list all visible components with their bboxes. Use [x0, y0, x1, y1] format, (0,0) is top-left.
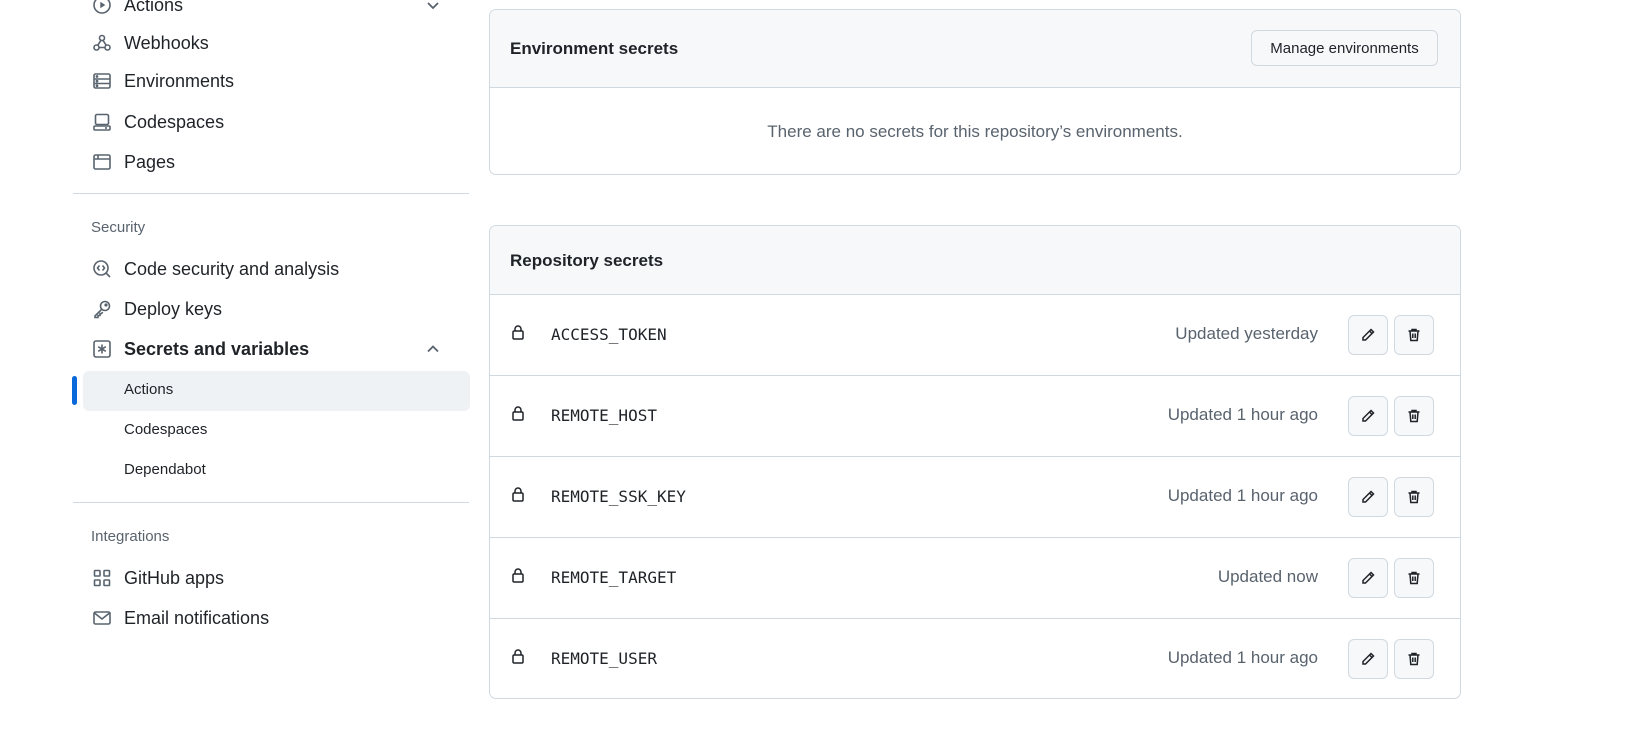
sidebar-item-secrets-and-variables[interactable]: Secrets and variables: [73, 330, 469, 368]
secret-updated: Updated 1 hour ago: [1167, 648, 1318, 667]
secret-updated: Updated now: [1217, 567, 1318, 586]
active-indicator: [72, 376, 77, 405]
pencil-icon: [1360, 651, 1376, 667]
sidebar-item-webhooks[interactable]: Webhooks: [73, 24, 469, 62]
empty-state-message: There are no secrets for this repository…: [767, 122, 1183, 141]
sidebar-subitem-label: Actions: [124, 381, 174, 398]
trash-icon: [1406, 651, 1422, 667]
sidebar-item-github-apps[interactable]: GitHub apps: [73, 559, 469, 597]
edit-secret-button[interactable]: [1348, 477, 1388, 517]
sidebar-item-label: Actions: [124, 0, 184, 15]
sidebar-item-actions[interactable]: Actions: [73, 0, 469, 24]
codescan-icon: [92, 259, 112, 279]
panel-title: Repository secrets: [510, 251, 664, 270]
sidebar-item-label: Deploy keys: [124, 298, 223, 319]
sidebar-item-code-security[interactable]: Code security and analysis: [73, 250, 469, 288]
secret-name: REMOTE_USER: [551, 649, 657, 668]
sidebar-item-label: Code security and analysis: [124, 258, 340, 279]
section-heading-security: Security: [91, 219, 146, 236]
sidebar-subitem-actions[interactable]: Actions: [83, 371, 470, 411]
sidebar-subitem-label: Dependabot: [124, 461, 206, 478]
sidebar-divider: [73, 193, 469, 194]
edit-secret-button[interactable]: [1348, 639, 1388, 679]
repository-secrets-panel: Repository secrets ACCESS_TOKEN Updated …: [489, 225, 1461, 699]
sidebar-item-email-notifications[interactable]: Email notifications: [73, 599, 469, 637]
secret-name: REMOTE_TARGET: [551, 568, 677, 587]
trash-icon: [1406, 570, 1422, 586]
delete-secret-button[interactable]: [1394, 558, 1434, 598]
pencil-icon: [1360, 489, 1376, 505]
sidebar-divider: [73, 502, 469, 503]
server-icon: [92, 71, 112, 91]
panel-header: Repository secrets: [490, 226, 1460, 294]
key-asterisk-icon: [92, 339, 112, 359]
sidebar-item-deploy-keys[interactable]: Deploy keys: [73, 290, 469, 328]
secret-row: ACCESS_TOKEN Updated yesterday: [490, 294, 1460, 375]
pencil-icon: [1360, 327, 1376, 343]
delete-secret-button[interactable]: [1394, 315, 1434, 355]
mail-icon: [92, 608, 112, 628]
sidebar-item-pages[interactable]: Pages: [73, 143, 469, 181]
secret-row: REMOTE_TARGET Updated now: [490, 537, 1460, 618]
lock-icon: [510, 567, 526, 583]
environment-secrets-panel: Environment secrets Manage environments …: [489, 9, 1461, 175]
secret-name: ACCESS_TOKEN: [551, 325, 667, 344]
lock-icon: [510, 648, 526, 664]
sidebar-subitem-label: Codespaces: [124, 421, 208, 438]
edit-secret-button[interactable]: [1348, 315, 1388, 355]
sidebar-item-environments[interactable]: Environments: [73, 62, 469, 100]
sidebar-item-label: GitHub apps: [124, 567, 225, 588]
sidebar-item-codespaces[interactable]: Codespaces: [73, 103, 469, 141]
section-heading-integrations: Integrations: [91, 528, 170, 545]
secret-row: REMOTE_SSK_KEY Updated 1 hour ago: [490, 456, 1460, 537]
trash-icon: [1406, 489, 1422, 505]
lock-icon: [510, 324, 526, 340]
apps-icon: [92, 568, 112, 588]
sidebar-item-label: Codespaces: [124, 111, 225, 132]
sidebar-item-label: Environments: [124, 70, 235, 91]
edit-secret-button[interactable]: [1348, 558, 1388, 598]
sidebar-item-label: Email notifications: [124, 607, 270, 628]
pencil-icon: [1360, 570, 1376, 586]
secret-name: REMOTE_SSK_KEY: [551, 487, 686, 506]
browser-icon: [92, 152, 112, 172]
sidebar-item-label: Webhooks: [124, 32, 209, 53]
lock-icon: [510, 405, 526, 421]
sidebar-subitem-dependabot[interactable]: Dependabot: [83, 451, 470, 491]
pencil-icon: [1360, 408, 1376, 424]
delete-secret-button[interactable]: [1394, 396, 1434, 436]
delete-secret-button[interactable]: [1394, 477, 1434, 517]
manage-environments-button[interactable]: Manage environments: [1251, 30, 1438, 66]
secret-name: REMOTE_HOST: [551, 406, 657, 425]
secret-row: REMOTE_USER Updated 1 hour ago: [490, 618, 1460, 698]
trash-icon: [1406, 408, 1422, 424]
codespaces-icon: [92, 112, 112, 132]
chevron-down-icon[interactable]: [425, 0, 441, 18]
trash-icon: [1406, 327, 1422, 343]
sidebar-item-label: Pages: [124, 151, 176, 172]
key-icon: [92, 299, 112, 319]
secret-updated: Updated 1 hour ago: [1167, 486, 1318, 505]
sidebar-item-label: Secrets and variables: [124, 338, 310, 359]
secret-row: REMOTE_HOST Updated 1 hour ago: [490, 375, 1460, 456]
secret-updated: Updated yesterday: [1175, 324, 1318, 343]
chevron-up-icon[interactable]: [425, 341, 441, 362]
panel-title: Environment secrets: [510, 39, 679, 58]
panel-header: Environment secrets Manage environments: [490, 10, 1460, 88]
secret-updated: Updated 1 hour ago: [1167, 405, 1318, 424]
sidebar-subitem-codespaces[interactable]: Codespaces: [83, 411, 470, 451]
delete-secret-button[interactable]: [1394, 639, 1434, 679]
edit-secret-button[interactable]: [1348, 396, 1388, 436]
lock-icon: [510, 486, 526, 502]
play-icon: [92, 0, 112, 15]
webhook-icon: [92, 33, 112, 53]
